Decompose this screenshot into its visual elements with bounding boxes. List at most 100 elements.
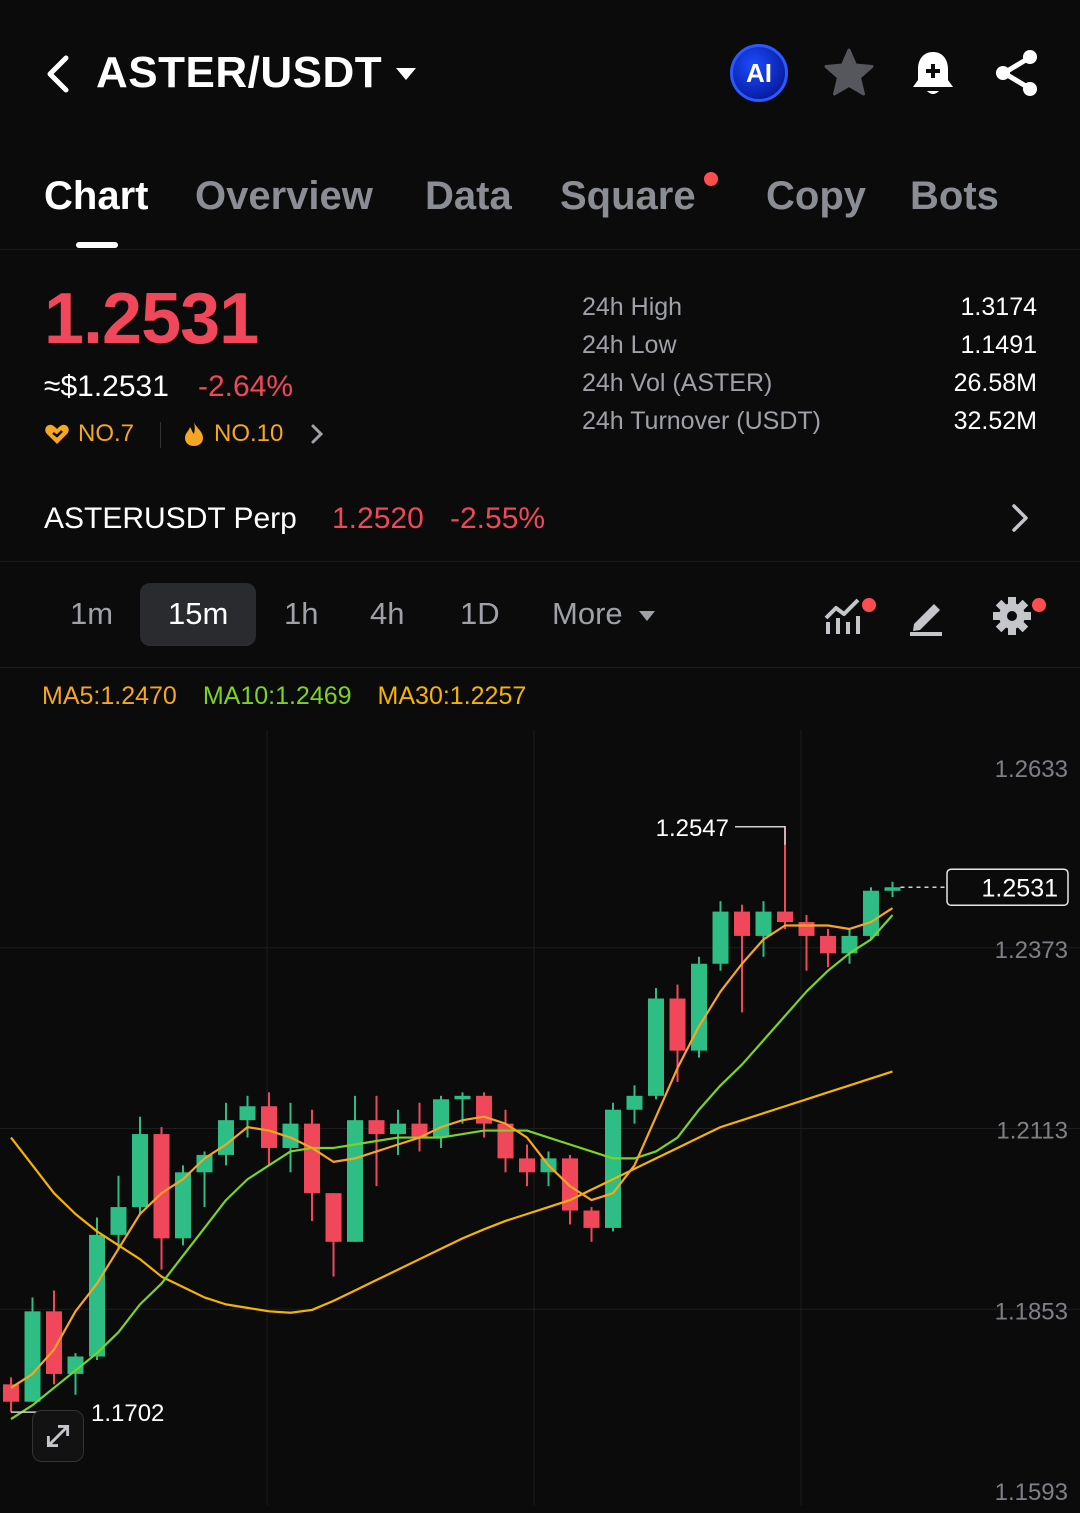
y-tick-label: 1.2633 [995, 756, 1068, 783]
ma5-label: MA5:1.2470 [42, 682, 177, 710]
ma30-label: MA30:1.2257 [377, 682, 527, 710]
current-price-label: 1.2531 [982, 874, 1058, 902]
y-tick-label: 1.2113 [996, 1118, 1068, 1145]
candle-body [734, 911, 750, 936]
caret-down-icon[interactable] [638, 610, 656, 622]
y-tick-label: 1.1853 [995, 1298, 1068, 1325]
y-tick-label: 1.1593 [995, 1479, 1068, 1505]
indicators-notification-dot [862, 598, 876, 612]
caret-down-icon[interactable] [394, 66, 418, 82]
perp-name: ASTERUSDT Perp [44, 502, 297, 535]
interval-1m[interactable]: 1m [70, 596, 113, 632]
candle-body [261, 1106, 277, 1148]
tab-chart[interactable]: Chart [44, 174, 148, 219]
tab-copy[interactable]: Copy [766, 174, 866, 219]
star-icon[interactable] [820, 44, 878, 102]
tab-bots[interactable]: Bots [910, 174, 999, 219]
candle-body [110, 1207, 127, 1235]
candle-body [24, 1311, 41, 1402]
stat-low-value: 1.1491 [960, 331, 1037, 359]
flame-icon [185, 422, 203, 446]
candle-body [390, 1123, 406, 1135]
candle-body [820, 935, 836, 954]
moving-average-legend: MA5:1.2470 MA10:1.2469 MA30:1.2257 [42, 682, 526, 711]
share-icon[interactable] [988, 44, 1046, 102]
settings-gear-icon[interactable] [988, 592, 1036, 640]
perp-change-percent: -2.55% [450, 502, 546, 535]
interval-more[interactable]: More [552, 596, 623, 632]
candle-body [433, 1099, 449, 1138]
candle-body [583, 1210, 600, 1228]
low-marker-label: 1.1702 [91, 1400, 164, 1427]
interval-1d[interactable]: 1D [460, 596, 500, 632]
price-alert-bell-icon[interactable] [904, 44, 962, 102]
candle-body [239, 1106, 256, 1121]
rank-1-label: NO.7 [78, 420, 135, 447]
candle-body [669, 998, 686, 1051]
candle-body [153, 1134, 170, 1239]
candle-body [712, 911, 729, 964]
high-marker-line [735, 826, 786, 845]
stat-turnover-label: 24h Turnover (USDT) [582, 407, 821, 435]
settings-notification-dot [1032, 598, 1046, 612]
candle-body [777, 911, 793, 923]
header: ASTER/USDT AI [0, 0, 1080, 150]
chevron-right-icon[interactable] [308, 422, 326, 446]
rank-2-label: NO.10 [214, 420, 284, 447]
tab-data[interactable]: Data [425, 174, 512, 219]
candle-body [368, 1120, 385, 1135]
usd-price: ≈$1.2531 [44, 370, 169, 403]
stat-high-value: 1.3174 [960, 293, 1037, 321]
candle-body [132, 1134, 148, 1208]
high-marker-label: 1.2547 [656, 815, 729, 842]
candle-body [497, 1123, 514, 1159]
rank-badge-2[interactable]: NO.10 [182, 420, 283, 448]
perp-price: 1.2520 [332, 502, 424, 535]
last-price: 1.2531 [44, 279, 259, 359]
candle-body [218, 1120, 234, 1155]
interval-bar: 1m 15m 1h 4h 1D More [0, 562, 1080, 668]
fullscreen-expand-icon[interactable] [32, 1410, 84, 1462]
back-arrow-icon[interactable] [40, 50, 80, 98]
candle-body [798, 922, 815, 936]
draw-pen-icon[interactable] [904, 592, 952, 640]
candle-body [755, 911, 772, 936]
price-change-percent: -2.64% [198, 370, 294, 403]
y-tick-label: 1.2373 [995, 937, 1068, 964]
stat-turnover-value: 32.52M [953, 407, 1037, 435]
candlestick-chart[interactable]: 1.2633 1.2373 1.2113 1.1853 1.1593 1.2547 1.17… [0, 730, 1080, 1506]
candle-body [648, 998, 664, 1096]
heart-hand-icon [45, 424, 69, 444]
chart-canvas[interactable]: 1.2633 1.2373 1.2113 1.1853 1.1593 1.2547 1.17… [0, 730, 1080, 1506]
candle-body [863, 890, 879, 936]
stat-vol-label: 24h Vol (ASTER) [582, 369, 773, 397]
candle-body [884, 887, 901, 891]
stat-vol-value: 26.58M [953, 369, 1037, 397]
candle-body [605, 1109, 621, 1228]
interval-4h[interactable]: 4h [370, 596, 404, 632]
tab-overview[interactable]: Overview [195, 174, 373, 219]
rank-divider [160, 422, 161, 448]
square-notification-dot [704, 172, 718, 186]
chevron-right-icon [1012, 504, 1028, 532]
perp-link-row[interactable]: ASTERUSDT Perp 1.2520 -2.55% [0, 480, 1080, 562]
main-tabs: Chart Overview Data Square Copy Bots [0, 150, 1080, 250]
candle-body [325, 1193, 342, 1242]
price-summary: 1.2531 ≈$1.2531 -2.64% NO.7 NO.10 24h Hi… [0, 250, 1080, 480]
indicators-icon[interactable] [820, 592, 868, 640]
candle-body [626, 1095, 643, 1110]
candle-body [347, 1120, 363, 1242]
interval-1h[interactable]: 1h [284, 596, 318, 632]
interval-15m[interactable]: 15m [168, 596, 228, 632]
tab-square[interactable]: Square [560, 174, 696, 219]
candle-body [519, 1158, 535, 1173]
pair-title[interactable]: ASTER/USDT [96, 48, 382, 98]
candle-body [304, 1123, 320, 1194]
stat-high-label: 24h High [582, 293, 683, 321]
ma10-label: MA10:1.2469 [202, 682, 352, 710]
candle-body [454, 1095, 471, 1100]
ai-assistant-button[interactable]: AI [730, 44, 788, 102]
candle-body [46, 1311, 62, 1374]
stat-low-label: 24h Low [582, 331, 677, 359]
rank-badge-1[interactable]: NO.7 [44, 420, 134, 448]
